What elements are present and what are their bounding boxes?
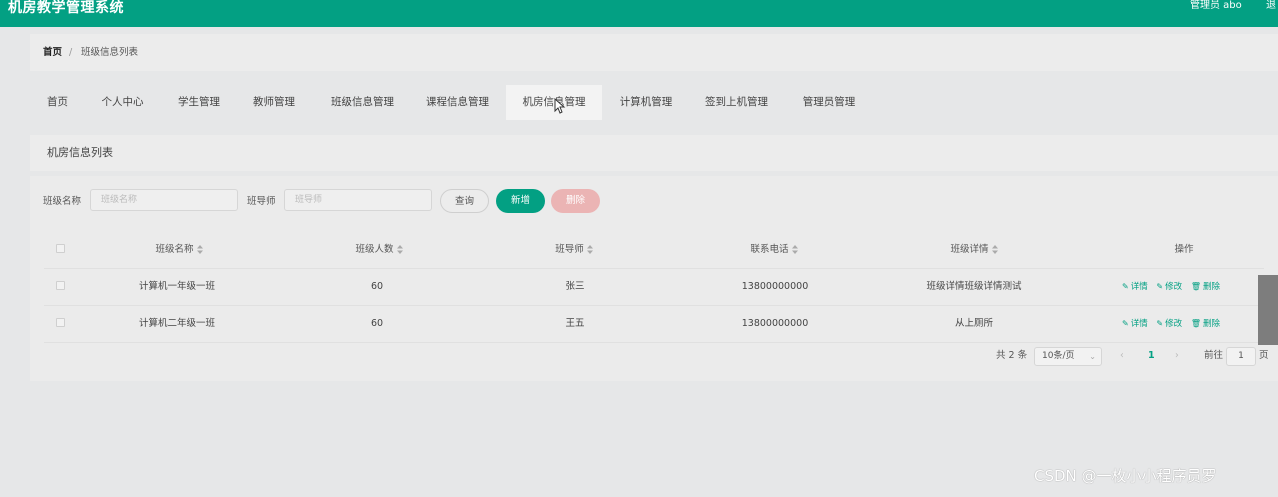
cell-class-name: 计算机二年级一班 (138, 318, 215, 329)
header-label: 班级详情 (950, 244, 989, 255)
page-size-select[interactable]: 10条/页 ⌄ (1034, 347, 1102, 366)
select-all-checkbox[interactable] (56, 244, 65, 253)
nav-item-admins[interactable]: 管理员管理 (790, 85, 868, 120)
header-label: 班级人数 (355, 244, 394, 255)
header-label: 联系电话 (750, 244, 789, 255)
row-actions: ✎ 详情 ✎ 修改 🗑 删除 (1122, 268, 1226, 305)
breadcrumb: 首页 / 班级信息列表 (30, 34, 1278, 71)
scrollbar-thumb[interactable] (1258, 275, 1278, 345)
row-actions: ✎ 详情 ✎ 修改 🗑 删除 (1122, 305, 1226, 342)
main-nav: 首页 个人中心 学生管理 教师管理 班级信息管理 课程信息管理 机房信息管理 计… (30, 85, 1278, 120)
column-header-teacher[interactable]: 班导师 (499, 231, 649, 268)
panel-header: 机房信息列表 (30, 135, 1278, 171)
table-row: 计算机一年级一班 60 张三 13800000000 班级详情班级详情测试 ✎ 详… (44, 268, 1264, 306)
query-button[interactable]: 查询 (440, 189, 489, 213)
detail-link[interactable]: ✎ 详情 (1122, 282, 1148, 292)
nav-item-personal-center[interactable]: 个人中心 (90, 85, 155, 120)
header-label: 班导师 (555, 244, 584, 255)
nav-item-computers[interactable]: 计算机管理 (610, 85, 682, 120)
cell-phone: 13800000000 (741, 318, 809, 329)
table-header-row: 班级名称 班级人数 班导师 联系电话 班级详情 操作 (44, 231, 1264, 269)
column-header-class-count[interactable]: 班级人数 (304, 231, 454, 268)
sort-icon[interactable] (396, 245, 403, 254)
edit-label: 修改 (1165, 282, 1183, 292)
sort-icon[interactable] (791, 245, 798, 254)
edit-label: 修改 (1165, 319, 1183, 329)
edit-pen-icon: ✎ (1122, 282, 1129, 291)
edit-link[interactable]: ✎ 修改 (1156, 319, 1182, 329)
column-header-class-detail[interactable]: 班级详情 (899, 231, 1049, 268)
app-title: 机房教学管理系统 (8, 0, 124, 16)
delete-selected-button[interactable]: 删除 (551, 189, 600, 213)
detail-label: 详情 (1130, 282, 1148, 292)
header-label: 班级名称 (155, 244, 194, 255)
delete-label: 删除 (1203, 282, 1221, 292)
panel-title: 机房信息列表 (47, 146, 113, 159)
nav-item-class-info[interactable]: 班级信息管理 (320, 85, 405, 120)
delete-label: 删除 (1203, 319, 1221, 329)
sort-icon[interactable] (991, 245, 998, 254)
table-row: 计算机二年级一班 60 王五 13800000000 从上厕所 ✎ 详情 ✎ 修改 … (44, 305, 1264, 343)
logout-link[interactable]: 退 (1266, 0, 1276, 12)
sort-icon[interactable] (586, 245, 593, 254)
class-name-label: 班级名称 (43, 196, 82, 207)
top-bar: 机房教学管理系统 管理员 abo 退 (0, 0, 1278, 27)
delete-link[interactable]: 🗑 删除 (1191, 319, 1220, 329)
edit-pen-icon: ✎ (1156, 282, 1164, 291)
breadcrumb-separator: / (69, 47, 73, 58)
cell-class-detail: 班级详情班级详情测试 (926, 281, 1022, 292)
admin-user-label[interactable]: 管理员 abo (1190, 0, 1242, 12)
nav-item-students[interactable]: 学生管理 (165, 85, 233, 120)
mouse-cursor-icon (554, 98, 566, 114)
goto-page-input[interactable]: 1 (1226, 347, 1256, 366)
class-name-input[interactable] (90, 189, 238, 211)
nav-item-course-info[interactable]: 课程信息管理 (415, 85, 500, 120)
row-checkbox[interactable] (56, 318, 65, 327)
csdn-watermark: CSDN @一枚小小程序员罗 (1034, 467, 1217, 485)
pagination-total: 共 2 条 (996, 350, 1028, 361)
teacher-input[interactable] (284, 189, 432, 211)
nav-item-home[interactable]: 首页 (30, 85, 85, 120)
cell-class-count: 60 (370, 318, 384, 329)
add-button[interactable]: 新增 (496, 189, 545, 213)
next-page-icon[interactable]: › (1175, 346, 1179, 366)
teacher-label: 班导师 (247, 196, 276, 207)
column-header-phone[interactable]: 联系电话 (699, 231, 849, 268)
page-suffix-label: 页 (1259, 350, 1269, 361)
cell-class-name: 计算机一年级一班 (138, 281, 215, 292)
cell-class-count: 60 (370, 281, 384, 292)
nav-item-checkin[interactable]: 签到上机管理 (694, 85, 779, 120)
detail-label: 详情 (1130, 319, 1148, 329)
delete-link[interactable]: 🗑 删除 (1191, 282, 1220, 292)
edit-link[interactable]: ✎ 修改 (1156, 282, 1182, 292)
column-header-actions: 操作 (1174, 244, 1194, 255)
chevron-down-icon: ⌄ (1089, 352, 1096, 361)
page-size-value: 10条/页 (1042, 351, 1075, 361)
nav-item-teachers[interactable]: 教师管理 (240, 85, 308, 120)
cell-teacher: 王五 (565, 318, 585, 329)
cell-phone: 13800000000 (741, 281, 809, 292)
breadcrumb-current: 班级信息列表 (81, 47, 139, 58)
trash-icon: 🗑 (1190, 319, 1201, 328)
edit-pen-icon: ✎ (1156, 319, 1164, 328)
sort-icon[interactable] (196, 245, 203, 254)
edit-pen-icon: ✎ (1122, 319, 1129, 328)
goto-label: 前往 (1204, 350, 1224, 361)
row-checkbox[interactable] (56, 281, 65, 290)
column-header-class-name[interactable]: 班级名称 (104, 231, 254, 268)
current-page-number[interactable]: 1 (1148, 346, 1155, 366)
prev-page-icon[interactable]: ‹ (1120, 346, 1124, 366)
detail-link[interactable]: ✎ 详情 (1122, 319, 1148, 329)
breadcrumb-home[interactable]: 首页 (43, 34, 62, 71)
cell-teacher: 张三 (565, 281, 585, 292)
trash-icon: 🗑 (1190, 282, 1201, 291)
panel-body: 班级名称 班导师 查询 新增 删除 班级名称 班级人数 班导师 联系电话 班级详… (30, 176, 1278, 381)
cell-class-detail: 从上厕所 (954, 318, 993, 329)
